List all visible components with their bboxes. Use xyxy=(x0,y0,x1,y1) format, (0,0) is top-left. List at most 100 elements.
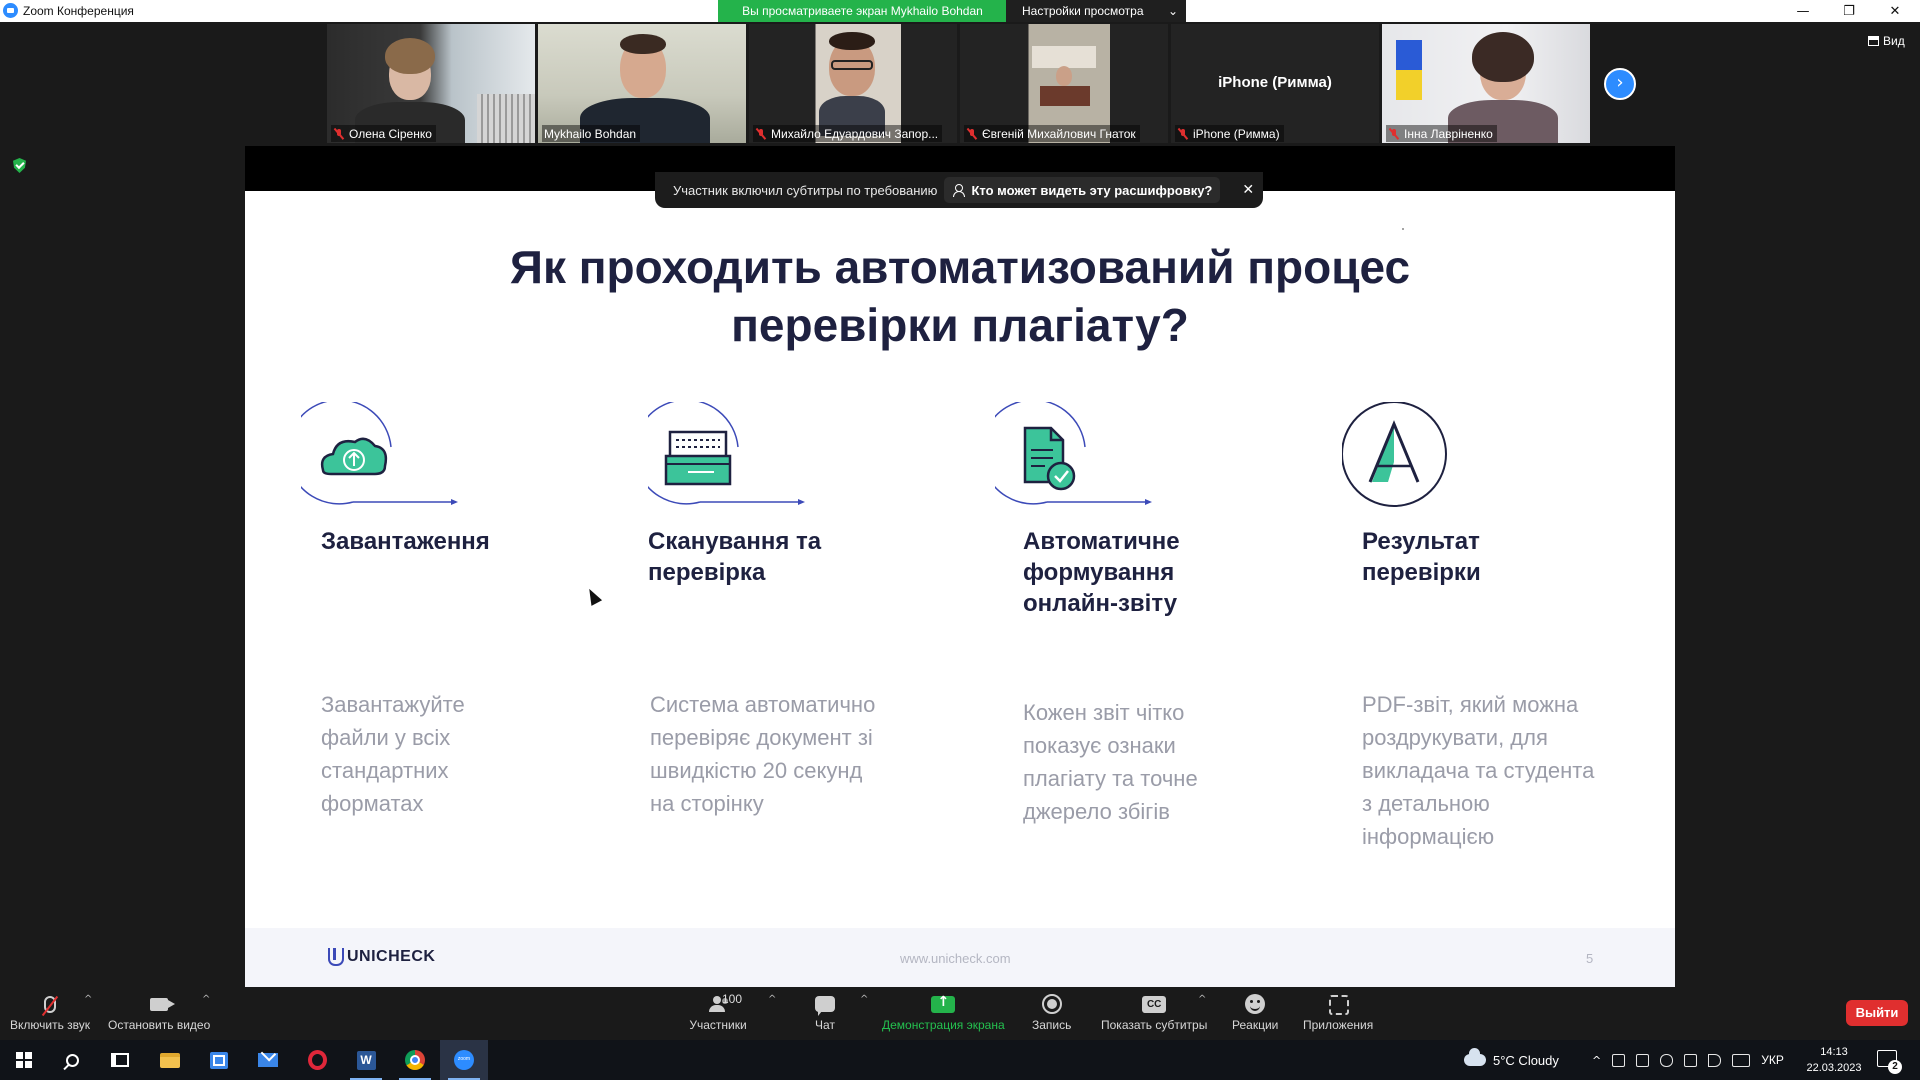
view-settings-label: Настройки просмотра xyxy=(1022,4,1144,18)
step-description: Кожен звіт чітко показує ознаки плагіату… xyxy=(1023,700,1198,824)
minimize-button[interactable]: — xyxy=(1780,0,1826,22)
taskbar-file-explorer[interactable] xyxy=(146,1040,194,1080)
chevron-up-icon[interactable]: ^ xyxy=(1592,1054,1601,1067)
participant-tile[interactable]: Інна Лавріненко xyxy=(1382,24,1590,143)
notifications-badge: 2 xyxy=(1888,1060,1902,1074)
participant-tile[interactable]: Михайло Едуардович Запор... xyxy=(749,24,957,143)
microphone-icon[interactable] xyxy=(1660,1053,1674,1067)
task-view-button[interactable] xyxy=(96,1040,144,1080)
zoom-icon xyxy=(454,1050,474,1070)
close-window-button[interactable]: ✕ xyxy=(1872,0,1918,22)
input-language[interactable]: УКР xyxy=(1761,1053,1784,1067)
keyboard-icon[interactable] xyxy=(1732,1053,1751,1067)
closed-captions-icon: CC xyxy=(1142,995,1167,1013)
folder-icon xyxy=(160,1052,180,1068)
muted-mic-icon xyxy=(44,995,57,1013)
view-grid-icon xyxy=(1868,36,1879,46)
participants-options-caret-icon[interactable]: ^ xyxy=(768,994,776,1005)
video-camera-icon xyxy=(150,997,169,1011)
windows-taskbar: W 5°C Cloudy ^ УКР 14:13 22.03.2023 2 xyxy=(0,1040,1920,1080)
chevron-down-icon: ⌄ xyxy=(1167,4,1178,18)
captions-options-caret-icon[interactable]: ^ xyxy=(1198,994,1206,1005)
step-title: Сканування та перевірка xyxy=(648,528,822,586)
taskbar-store[interactable] xyxy=(195,1040,243,1080)
participant-name-label: Євгеній Михайлович Гнаток xyxy=(964,125,1140,142)
search-button[interactable] xyxy=(48,1040,96,1080)
stop-video-button[interactable]: Остановить видео xyxy=(108,992,210,1032)
volume-icon[interactable] xyxy=(1708,1053,1722,1067)
system-clock[interactable]: 14:13 22.03.2023 xyxy=(1806,1044,1862,1076)
apps-icon xyxy=(1329,995,1350,1015)
taskbar-mail[interactable] xyxy=(244,1040,292,1080)
brand-name: UNICHECK xyxy=(347,948,436,965)
zoom-app-icon xyxy=(3,3,18,18)
tray-app-icon[interactable] xyxy=(1636,1053,1650,1067)
person-icon xyxy=(952,184,966,197)
step-title: Автоматичне формування онлайн-звіту xyxy=(1023,528,1180,617)
muted-mic-icon xyxy=(1388,128,1400,140)
restore-button[interactable]: ❐ xyxy=(1826,0,1872,22)
participant-display-name: iPhone (Римма) xyxy=(1218,74,1332,91)
reactions-button[interactable]: Реакции xyxy=(1232,992,1278,1032)
view-settings-dropdown[interactable]: Настройки просмотра ⌄ xyxy=(1006,0,1186,22)
screen-share-banner: Вы просматриваете экран Mykhailo Bohdan … xyxy=(718,0,1186,22)
start-button[interactable] xyxy=(0,1040,48,1080)
smiley-icon xyxy=(1245,994,1266,1014)
view-button[interactable]: Вид xyxy=(1868,34,1905,48)
weather-text: 5°C Cloudy xyxy=(1493,1052,1559,1068)
transcript-visibility-label: Кто может видеть эту расшифровку? xyxy=(971,182,1213,198)
captions-notice-bar: Участник включил субтитры по требованию … xyxy=(655,172,1263,208)
transcript-visibility-button[interactable]: Кто может видеть эту расшифровку? xyxy=(944,177,1221,203)
participant-name-label: iPhone (Римма) xyxy=(1175,125,1284,142)
participant-tile[interactable]: Олена Сіренко xyxy=(327,24,535,143)
taskbar-zoom[interactable] xyxy=(440,1040,488,1080)
step-title: Завантаження xyxy=(321,528,490,555)
view-button-label: Вид xyxy=(1883,34,1905,48)
step-description: Завантажуйте файли у всіх стандартних фо… xyxy=(321,692,465,816)
close-icon[interactable]: ✕ xyxy=(1242,182,1254,198)
chat-button[interactable]: Чат xyxy=(815,992,835,1032)
participant-tile[interactable]: Євгеній Михайлович Гнаток xyxy=(960,24,1168,143)
opera-icon xyxy=(307,1050,327,1070)
participant-tile[interactable]: iPhone (Римма) iPhone (Римма) xyxy=(1171,24,1379,143)
viewing-screen-notice: Вы просматриваете экран Mykhailo Bohdan xyxy=(718,0,1006,22)
unicheck-logo-icon xyxy=(327,948,344,966)
chat-options-caret-icon[interactable]: ^ xyxy=(860,994,868,1005)
apps-button[interactable]: Приложения xyxy=(1303,992,1373,1032)
weather-widget[interactable]: 5°C Cloudy xyxy=(1464,1040,1559,1080)
slide-speck xyxy=(1402,228,1404,230)
clock-date: 22.03.2023 xyxy=(1806,1062,1862,1074)
record-button[interactable]: Запись xyxy=(1032,992,1071,1032)
participants-count: 100 xyxy=(722,992,743,1006)
encryption-shield-icon[interactable] xyxy=(13,158,26,173)
next-page-arrow-icon[interactable]: › xyxy=(1604,68,1636,100)
clock-time: 14:13 xyxy=(1820,1046,1848,1058)
document-check-icon xyxy=(995,402,1152,505)
taskbar-word[interactable]: W xyxy=(342,1040,390,1080)
tray-app-icon[interactable] xyxy=(1612,1053,1626,1067)
show-captions-button[interactable]: CC Показать субтитры xyxy=(1101,992,1207,1032)
participant-name-label: Олена Сіренко xyxy=(331,125,436,142)
leave-meeting-button[interactable]: Выйти xyxy=(1846,1000,1908,1026)
slide-footer: UNICHECK www.unicheck.com 5 xyxy=(245,928,1675,987)
participant-tile-active-speaker[interactable]: Mykhailo Bohdan xyxy=(538,24,746,143)
share-screen-button[interactable]: Демонстрация экрана xyxy=(882,992,1005,1033)
audio-options-caret-icon[interactable]: ^ xyxy=(84,994,92,1005)
participant-name-label: Інна Лавріненко xyxy=(1386,125,1497,142)
slide-url: www.unicheck.com xyxy=(900,951,1011,966)
muted-mic-icon xyxy=(755,128,767,140)
video-options-caret-icon[interactable]: ^ xyxy=(202,994,210,1005)
slide-page-number: 5 xyxy=(1586,951,1594,966)
taskbar-opera[interactable] xyxy=(293,1040,341,1080)
muted-mic-icon xyxy=(1177,128,1189,140)
muted-mic-icon xyxy=(333,128,345,140)
taskbar-chrome[interactable] xyxy=(391,1040,439,1080)
participants-button[interactable]: 100 Участники xyxy=(688,992,748,1032)
system-tray: ^ УКР xyxy=(1592,1040,1784,1080)
letter-a-icon xyxy=(1342,402,1447,507)
search-icon xyxy=(65,1053,79,1067)
network-icon[interactable] xyxy=(1684,1053,1698,1067)
unmute-button[interactable]: Включить звук xyxy=(10,992,90,1032)
chat-icon xyxy=(815,996,835,1016)
step-title: Результат перевірки xyxy=(1362,528,1481,586)
